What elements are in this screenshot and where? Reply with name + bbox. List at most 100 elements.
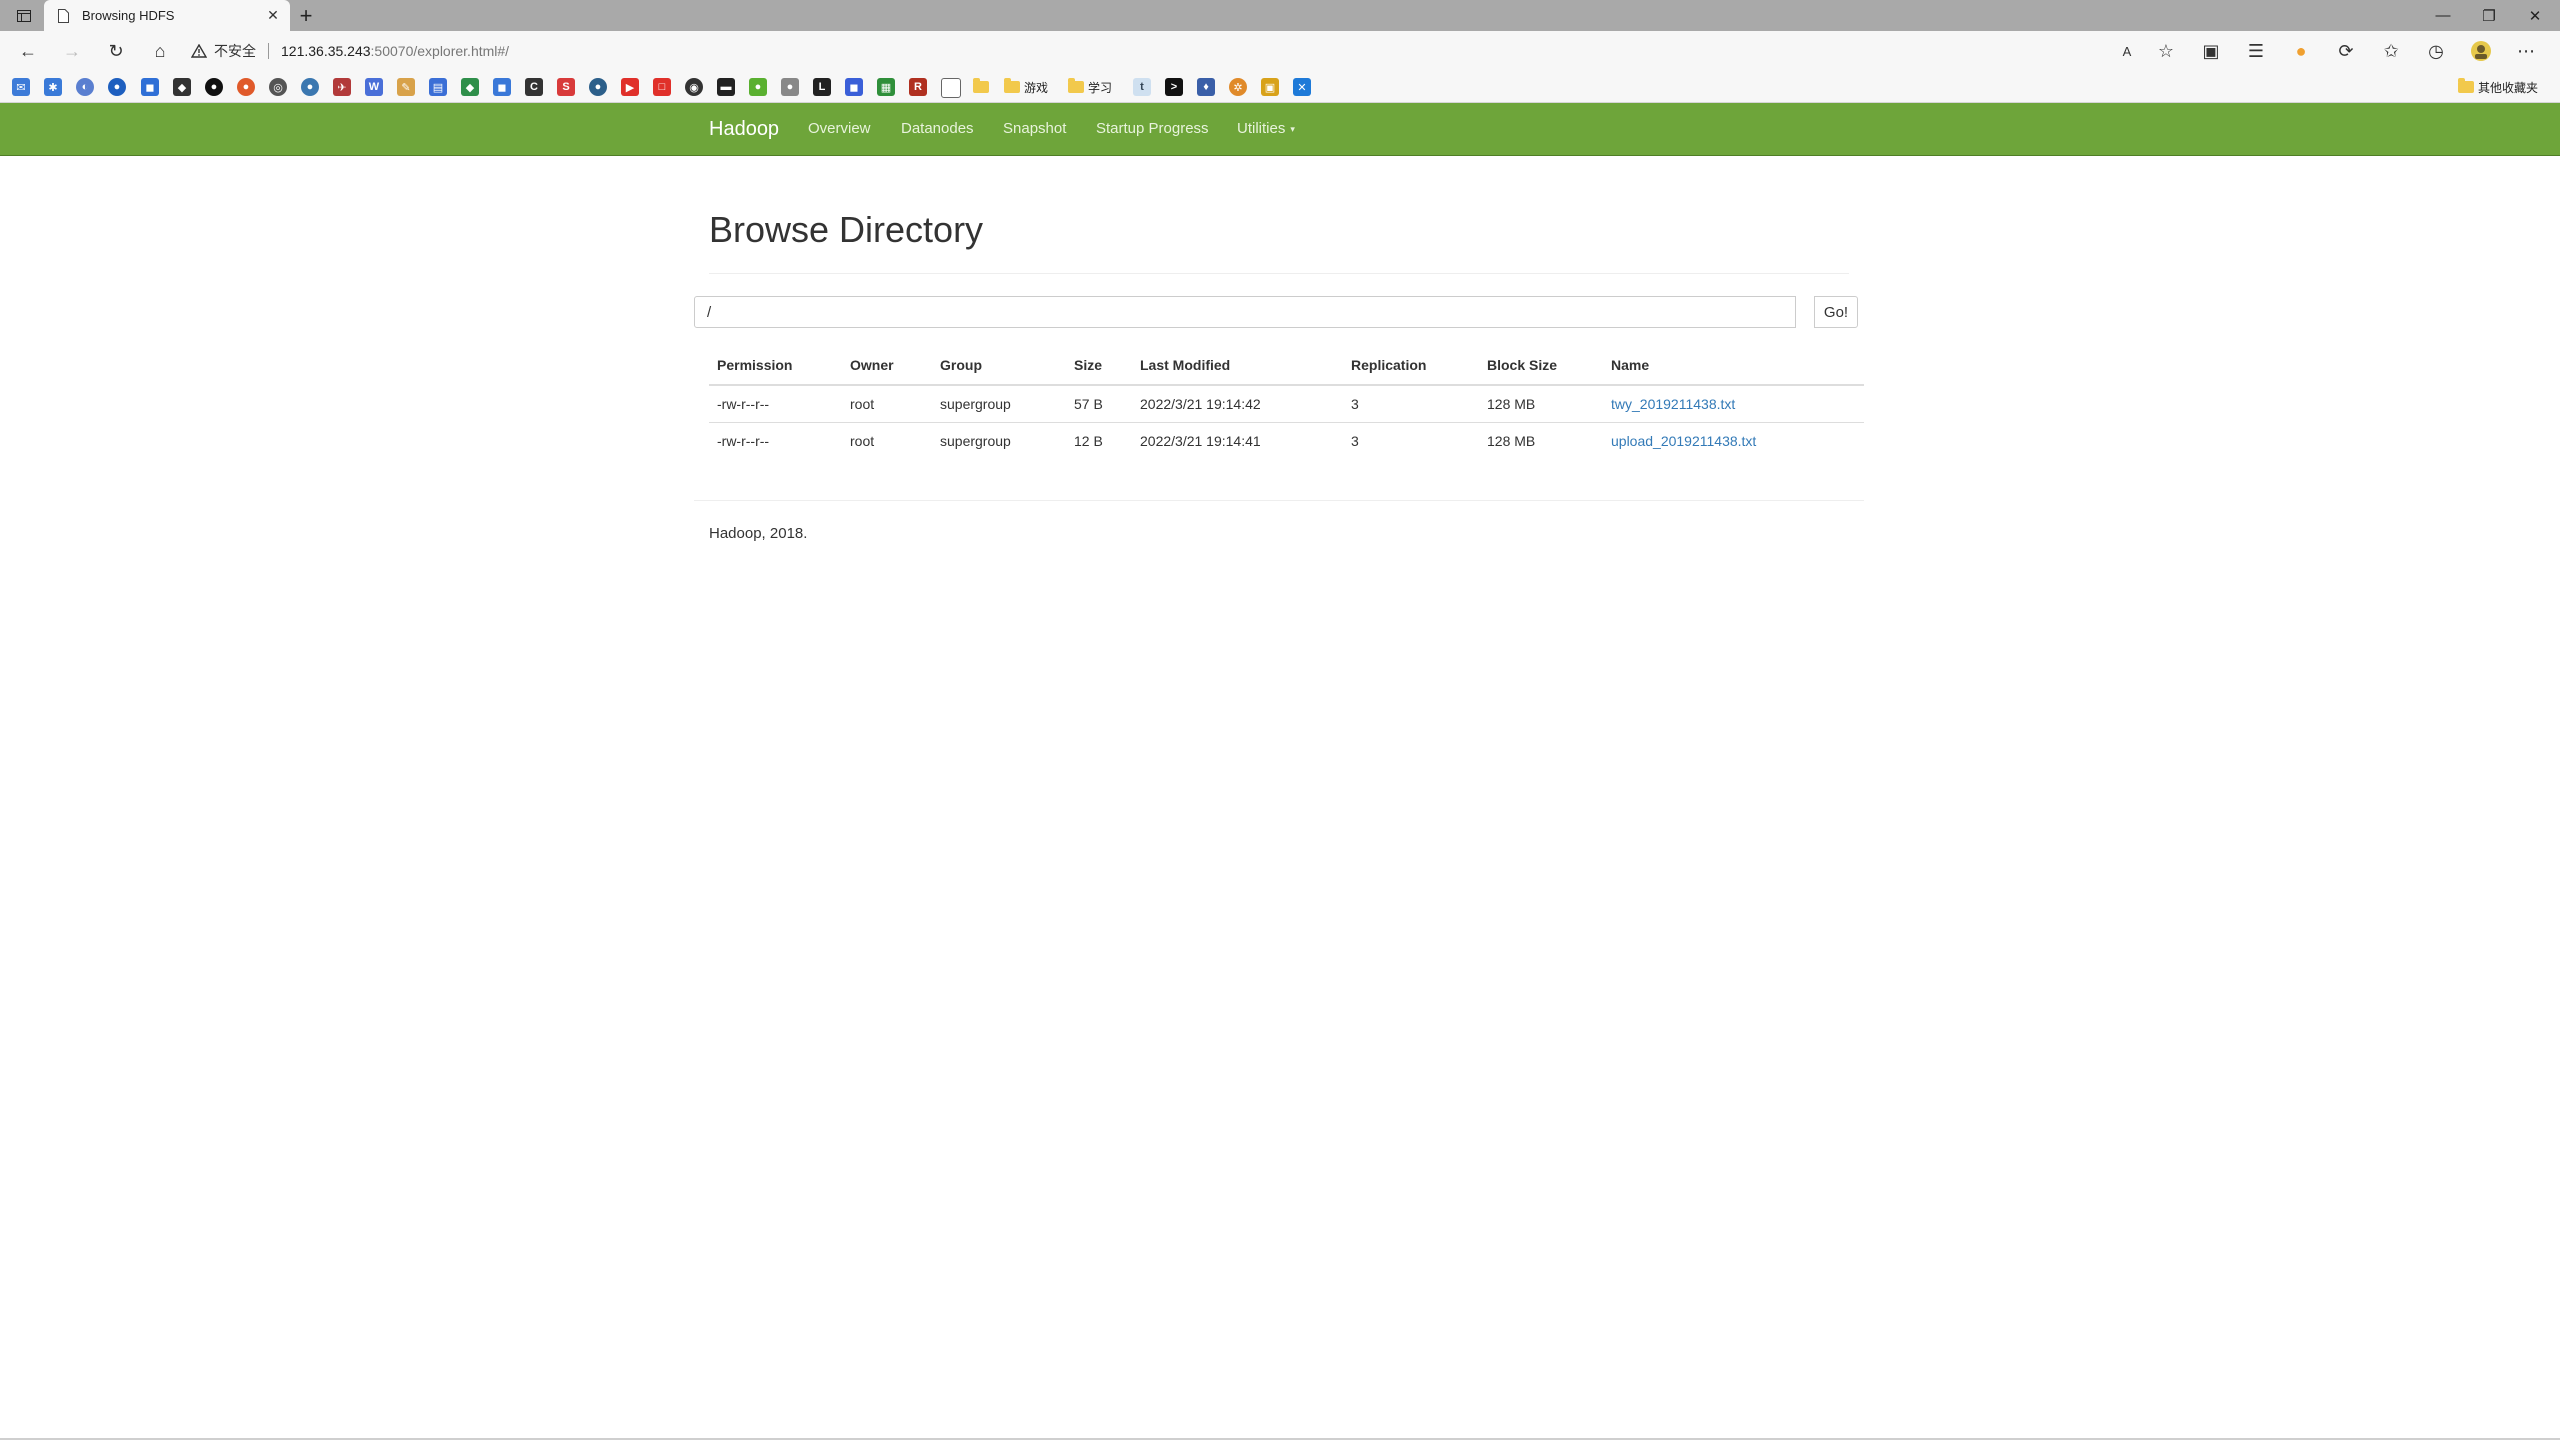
history-icon[interactable]: ◷ — [2421, 36, 2451, 66]
bookmark-icon[interactable]: ◎ — [269, 78, 287, 96]
hadoop-navbar: Hadoop Overview Datanodes Snapshot Start… — [0, 103, 2560, 156]
security-label: 不安全 — [214, 42, 256, 59]
favorites-icon[interactable]: ✩ — [2376, 36, 2406, 66]
close-window-icon[interactable]: ✕ — [2512, 0, 2558, 31]
bookmark-icon[interactable]: ▦ — [877, 78, 895, 96]
read-aloud-icon[interactable]: A — [2112, 36, 2142, 66]
close-tab-icon[interactable]: ✕ — [260, 3, 286, 29]
refresh-icon[interactable]: ↻ — [101, 36, 131, 66]
footer-text: Hadoop, 2018. — [709, 525, 808, 542]
title-divider — [709, 273, 1849, 274]
bookmark-icon[interactable]: ▤ — [429, 78, 447, 96]
profile-avatar[interactable] — [2466, 36, 2496, 66]
back-icon[interactable]: ← — [13, 36, 43, 66]
extension-icon[interactable]: ▣ — [2196, 36, 2226, 66]
github-icon[interactable]: ● — [205, 78, 223, 96]
bookmark-icon[interactable]: ✈ — [333, 78, 351, 96]
bookmark-icon[interactable]: ◉ — [685, 78, 703, 96]
coupon-icon[interactable]: ● — [2286, 36, 2316, 66]
nav-datanodes[interactable]: Datanodes — [901, 103, 974, 155]
restore-icon[interactable]: ❐ — [2466, 0, 2512, 31]
folder-icon — [1004, 78, 1020, 93]
bookmark-icon[interactable]: ◆ — [461, 78, 479, 96]
column-header-block-size[interactable]: Block Size — [1479, 346, 1603, 386]
column-header-group[interactable]: Group — [932, 346, 1066, 386]
nav-utilities[interactable]: Utilities ▾ — [1237, 103, 1295, 155]
bookmark-icon[interactable]: □ — [653, 78, 671, 96]
nav-snapshot[interactable]: Snapshot — [1003, 103, 1066, 155]
minimize-icon[interactable]: — — [2420, 0, 2466, 31]
column-header-name[interactable]: Name — [1603, 346, 1864, 386]
file-link[interactable]: upload_2019211438.txt — [1611, 433, 1756, 449]
warning-icon — [190, 43, 208, 58]
brand-link[interactable]: Hadoop — [709, 103, 779, 155]
tab-actions-icon — [17, 10, 31, 22]
bookmark-folder-study[interactable]: 学习 — [1068, 76, 1112, 98]
column-header-last-modified[interactable]: Last Modified — [1132, 346, 1343, 386]
bookmark-icon[interactable]: ▣ — [1261, 78, 1279, 96]
file-link[interactable]: twy_2019211438.txt — [1611, 396, 1735, 412]
nav-startup-progress[interactable]: Startup Progress — [1096, 103, 1209, 155]
terminal-icon[interactable]: > — [1165, 78, 1183, 96]
page-icon — [56, 8, 70, 24]
directory-table: Permission Owner Group Size Last Modifie… — [709, 346, 1864, 459]
address-bar[interactable]: 不安全 121.36.35.243:50070/explorer.html#/ — [190, 35, 2150, 66]
home-icon[interactable]: ⌂ — [145, 36, 175, 66]
bookmark-icon[interactable]: ✉ — [12, 78, 30, 96]
sync-icon[interactable]: ⟳ — [2331, 36, 2361, 66]
tab-actions-button[interactable] — [8, 4, 40, 28]
forward-icon[interactable]: → — [57, 36, 87, 66]
cell-size: 57 B — [1066, 384, 1132, 423]
tab-strip: Browsing HDFS ✕ + — ❐ ✕ — [0, 0, 2560, 31]
folder-icon — [973, 78, 989, 93]
more-options-icon[interactable]: ⋯ — [2511, 36, 2541, 66]
bookmark-icon[interactable]: ● — [237, 78, 255, 96]
add-favorite-icon[interactable]: ☆ — [2151, 36, 2181, 66]
bookmark-icon[interactable]: ● — [108, 78, 126, 96]
browser-toolbar: ← → ↻ ⌂ 不安全 121.36.35.243:50070/explorer… — [0, 31, 2560, 70]
bookmark-icon[interactable]: ◼ — [845, 78, 863, 96]
bookmark-icon[interactable]: t — [1133, 78, 1151, 96]
nav-overview[interactable]: Overview — [808, 103, 871, 155]
browser-tab[interactable]: Browsing HDFS ✕ — [44, 0, 290, 31]
bookmark-icon[interactable]: ◼ — [141, 78, 159, 96]
column-header-replication[interactable]: Replication — [1343, 346, 1479, 386]
page-icon[interactable] — [941, 78, 961, 98]
bookmark-folder[interactable] — [973, 76, 993, 98]
bookmark-icon[interactable]: R — [909, 78, 927, 96]
bookmark-icon[interactable]: ◼ — [493, 78, 511, 96]
bookmark-icon[interactable]: ● — [589, 78, 607, 96]
bookmark-icon[interactable]: C — [525, 78, 543, 96]
other-bookmarks-folder[interactable]: 其他收藏夹 — [2458, 76, 2538, 98]
column-header-owner[interactable]: Owner — [842, 346, 932, 386]
go-button[interactable]: Go! — [1814, 296, 1858, 328]
reading-list-icon[interactable]: ☰ — [2241, 36, 2271, 66]
cell-last-modified: 2022/3/21 19:14:41 — [1132, 422, 1343, 459]
youtube-icon[interactable]: ▶ — [621, 78, 639, 96]
directory-path-input[interactable] — [694, 296, 1796, 328]
bookmark-icon[interactable]: W — [365, 78, 383, 96]
cell-owner: root — [842, 422, 932, 459]
bookmark-icon[interactable]: S — [557, 78, 575, 96]
column-header-size[interactable]: Size — [1066, 346, 1132, 386]
new-tab-button[interactable]: + — [292, 2, 320, 30]
column-header-permission[interactable]: Permission — [709, 346, 842, 386]
bookmark-icon[interactable]: ♦ — [1197, 78, 1215, 96]
bookmark-icon[interactable]: ● — [749, 78, 767, 96]
vscode-icon[interactable]: ✕ — [1293, 78, 1311, 96]
bookmark-icon[interactable]: ✱ — [44, 78, 62, 96]
cell-block-size: 128 MB — [1479, 422, 1603, 459]
bookmark-icon[interactable]: ▬ — [717, 78, 735, 96]
bookmarks-bar: ✉ ✱ ◐ ● ◼ ◆ ● ● ◎ ● ✈ W ✎ ▤ ◆ ◼ C S ● ▶ … — [0, 70, 2560, 103]
bookmark-icon[interactable]: ◆ — [173, 78, 191, 96]
apple-icon[interactable]: ● — [781, 78, 799, 96]
python-icon[interactable]: ● — [301, 78, 319, 96]
bookmark-icon[interactable]: ✲ — [1229, 78, 1247, 96]
tab-title: Browsing HDFS — [82, 8, 175, 23]
bookmark-icon[interactable]: L — [813, 78, 831, 96]
cell-group: supergroup — [932, 384, 1066, 423]
bookmark-icon[interactable]: ◐ — [76, 78, 94, 96]
bookmark-icon[interactable]: ✎ — [397, 78, 415, 96]
cell-last-modified: 2022/3/21 19:14:42 — [1132, 384, 1343, 423]
bookmark-folder-games[interactable]: 游戏 — [1004, 76, 1048, 98]
